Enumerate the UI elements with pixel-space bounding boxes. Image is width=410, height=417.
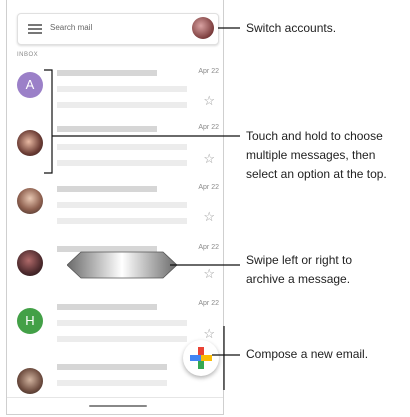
- callout-compose: Compose a new email.: [246, 347, 369, 361]
- callout-touch-hold: Touch and hold to choose multiple messag…: [246, 129, 387, 181]
- callout-switch-accounts: Switch accounts.: [246, 21, 337, 35]
- callout-swipe: Swipe left or right to archive a message…: [246, 253, 353, 286]
